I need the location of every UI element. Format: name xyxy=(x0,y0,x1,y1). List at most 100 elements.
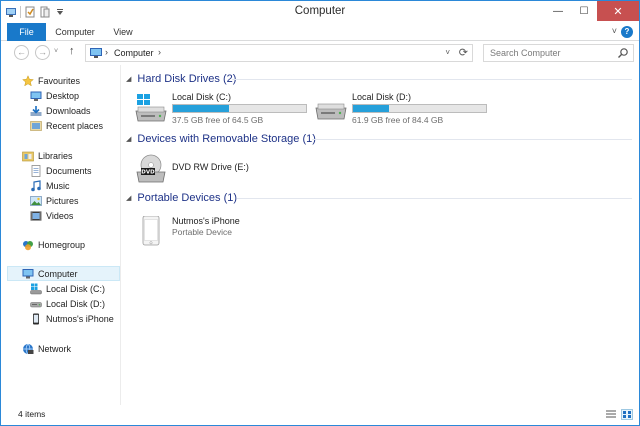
sidebar-item-label: Computer xyxy=(38,268,78,279)
sidebar-item-label: Videos xyxy=(46,210,74,221)
drive-name: Local Disk (D:) xyxy=(352,92,412,102)
group-title: Portable Devices (1) xyxy=(137,192,238,204)
drive-icon xyxy=(314,94,348,124)
group-header-portable-devices[interactable]: ◢ Portable Devices (1) xyxy=(126,191,237,205)
expand-ribbon-icon[interactable]: ˅ xyxy=(612,26,617,36)
group-header-removable-storage[interactable]: ◢ Devices with Removable Storage (1) xyxy=(126,132,316,146)
network-icon xyxy=(22,343,34,355)
sidebar-item-label: Recent places xyxy=(46,120,104,131)
sidebar-item-recent-places[interactable]: Recent places xyxy=(1,118,120,133)
dvd-drive-icon: DVD xyxy=(134,154,168,184)
breadcrumb-separator[interactable]: › xyxy=(158,47,161,57)
sidebar-item-favourites[interactable]: Favourites xyxy=(1,73,120,88)
window-controls: — ☐ ✕ xyxy=(545,1,639,21)
search-icon[interactable] xyxy=(617,47,629,59)
sidebar-item-label: Desktop xyxy=(46,90,80,101)
drive-tile-c[interactable]: Local Disk (C:) 37.5 GB free of 64.5 GB xyxy=(134,92,314,126)
drive-tile-d[interactable]: Local Disk (D:) 61.9 GB free of 84.4 GB xyxy=(314,92,494,126)
sidebar-item-music[interactable]: Music xyxy=(1,178,120,193)
up-button[interactable]: ↑ xyxy=(69,45,75,57)
recent-locations-icon[interactable]: ˅ xyxy=(54,48,58,55)
search-placeholder: Search Computer xyxy=(490,48,561,58)
status-bar: 4 items xyxy=(1,405,639,425)
group-title: Devices with Removable Storage (1) xyxy=(137,133,316,145)
tab-file[interactable]: File xyxy=(7,23,46,41)
collapse-group-icon[interactable]: ◢ xyxy=(126,135,131,143)
sidebar-item-local-disk-c[interactable]: Local Disk (C:) xyxy=(1,281,120,296)
explorer-window: Computer — ☐ ✕ File Computer View ˅ ? ← … xyxy=(0,0,640,426)
forward-button[interactable]: → xyxy=(35,45,50,60)
documents-icon xyxy=(30,164,42,177)
drive-free-space: 37.5 GB free of 64.5 GB xyxy=(172,115,264,125)
address-bar[interactable]: › Computer › ˅ ⟳ xyxy=(85,44,473,62)
drive-free-space: 61.9 GB free of 84.4 GB xyxy=(352,115,444,125)
address-dropdown-icon[interactable]: ˅ xyxy=(445,48,450,57)
downloads-icon xyxy=(30,105,42,117)
content-pane: ◢ Hard Disk Drives (2) Local Disk (C:) 3… xyxy=(122,65,639,405)
drive-name: DVD RW Drive (E:) xyxy=(172,162,249,172)
sidebar-item-label: Network xyxy=(38,343,72,354)
ribbon: File Computer View ˅ ? xyxy=(1,23,639,41)
recent-places-icon xyxy=(30,120,42,132)
device-tile-iphone[interactable]: Nutmos's iPhone Portable Device xyxy=(134,214,314,248)
star-icon xyxy=(22,74,34,87)
group-divider xyxy=(312,139,632,140)
window-title: Computer xyxy=(294,5,346,17)
device-type: Portable Device xyxy=(172,227,233,237)
drive-icon xyxy=(30,298,42,310)
drive-usage-fill xyxy=(353,105,389,112)
breadcrumb-computer[interactable]: Computer xyxy=(114,48,154,58)
sidebar-item-homegroup[interactable]: Homegroup xyxy=(1,237,120,252)
maximize-button[interactable]: ☐ xyxy=(571,1,597,21)
large-icons-view-icon[interactable] xyxy=(621,409,633,420)
dvd-logo-text: DVD xyxy=(141,170,155,176)
search-box[interactable]: Search Computer xyxy=(483,44,634,62)
close-button[interactable]: ✕ xyxy=(597,1,639,21)
sidebar-item-downloads[interactable]: Downloads xyxy=(1,103,120,118)
group-divider xyxy=(232,79,632,80)
sidebar-item-label: Downloads xyxy=(46,105,91,116)
sidebar-item-libraries[interactable]: Libraries xyxy=(1,148,120,163)
sidebar-item-label: Nutmos's iPhone xyxy=(46,313,114,324)
desktop-icon xyxy=(30,90,42,102)
refresh-icon[interactable]: ⟳ xyxy=(459,46,468,59)
sidebar-item-iphone[interactable]: Nutmos's iPhone xyxy=(1,311,120,326)
sidebar-item-network[interactable]: Network xyxy=(1,341,120,356)
sidebar-item-local-disk-d[interactable]: Local Disk (D:) xyxy=(1,296,120,311)
sidebar-item-label: Music xyxy=(46,180,70,191)
system-drive-icon xyxy=(134,94,168,124)
sidebar-item-videos[interactable]: Videos xyxy=(1,208,120,223)
sidebar-item-label: Favourites xyxy=(38,75,81,86)
sidebar-item-label: Local Disk (D:) xyxy=(46,298,106,309)
item-count: 4 items xyxy=(18,409,46,419)
sidebar-item-documents[interactable]: Documents xyxy=(1,163,120,178)
tab-computer[interactable]: Computer xyxy=(49,23,101,41)
group-header-hard-disk-drives[interactable]: ◢ Hard Disk Drives (2) xyxy=(126,72,236,86)
tab-view[interactable]: View xyxy=(105,23,141,41)
collapse-group-icon[interactable]: ◢ xyxy=(126,75,131,83)
drive-tile-dvd[interactable]: DVD DVD RW Drive (E:) xyxy=(134,152,314,186)
collapse-group-icon[interactable]: ◢ xyxy=(126,194,131,202)
navigation-pane: Favourites Desktop Downloads Recent plac… xyxy=(1,65,121,405)
group-divider xyxy=(237,198,632,199)
pictures-icon xyxy=(30,195,42,207)
help-icon[interactable]: ? xyxy=(621,26,633,38)
sidebar-item-pictures[interactable]: Pictures xyxy=(1,193,120,208)
sidebar-item-computer[interactable]: Computer xyxy=(7,266,120,281)
details-view-icon[interactable] xyxy=(605,409,617,420)
sidebar-item-label: Libraries xyxy=(38,150,73,161)
music-icon xyxy=(30,179,42,192)
sidebar-item-label: Homegroup xyxy=(38,239,86,250)
sidebar-item-desktop[interactable]: Desktop xyxy=(1,88,120,103)
libraries-icon xyxy=(22,150,34,162)
videos-icon xyxy=(30,210,42,222)
breadcrumb-separator[interactable]: › xyxy=(105,47,108,57)
back-button[interactable]: ← xyxy=(14,45,29,60)
sidebar-item-label: Documents xyxy=(46,165,92,176)
drive-usage-bar xyxy=(352,104,487,113)
system-drive-icon xyxy=(30,283,42,295)
device-name: Nutmos's iPhone xyxy=(172,216,240,226)
homegroup-icon xyxy=(22,239,34,251)
phone-icon xyxy=(30,313,42,325)
minimize-button[interactable]: — xyxy=(545,1,571,21)
